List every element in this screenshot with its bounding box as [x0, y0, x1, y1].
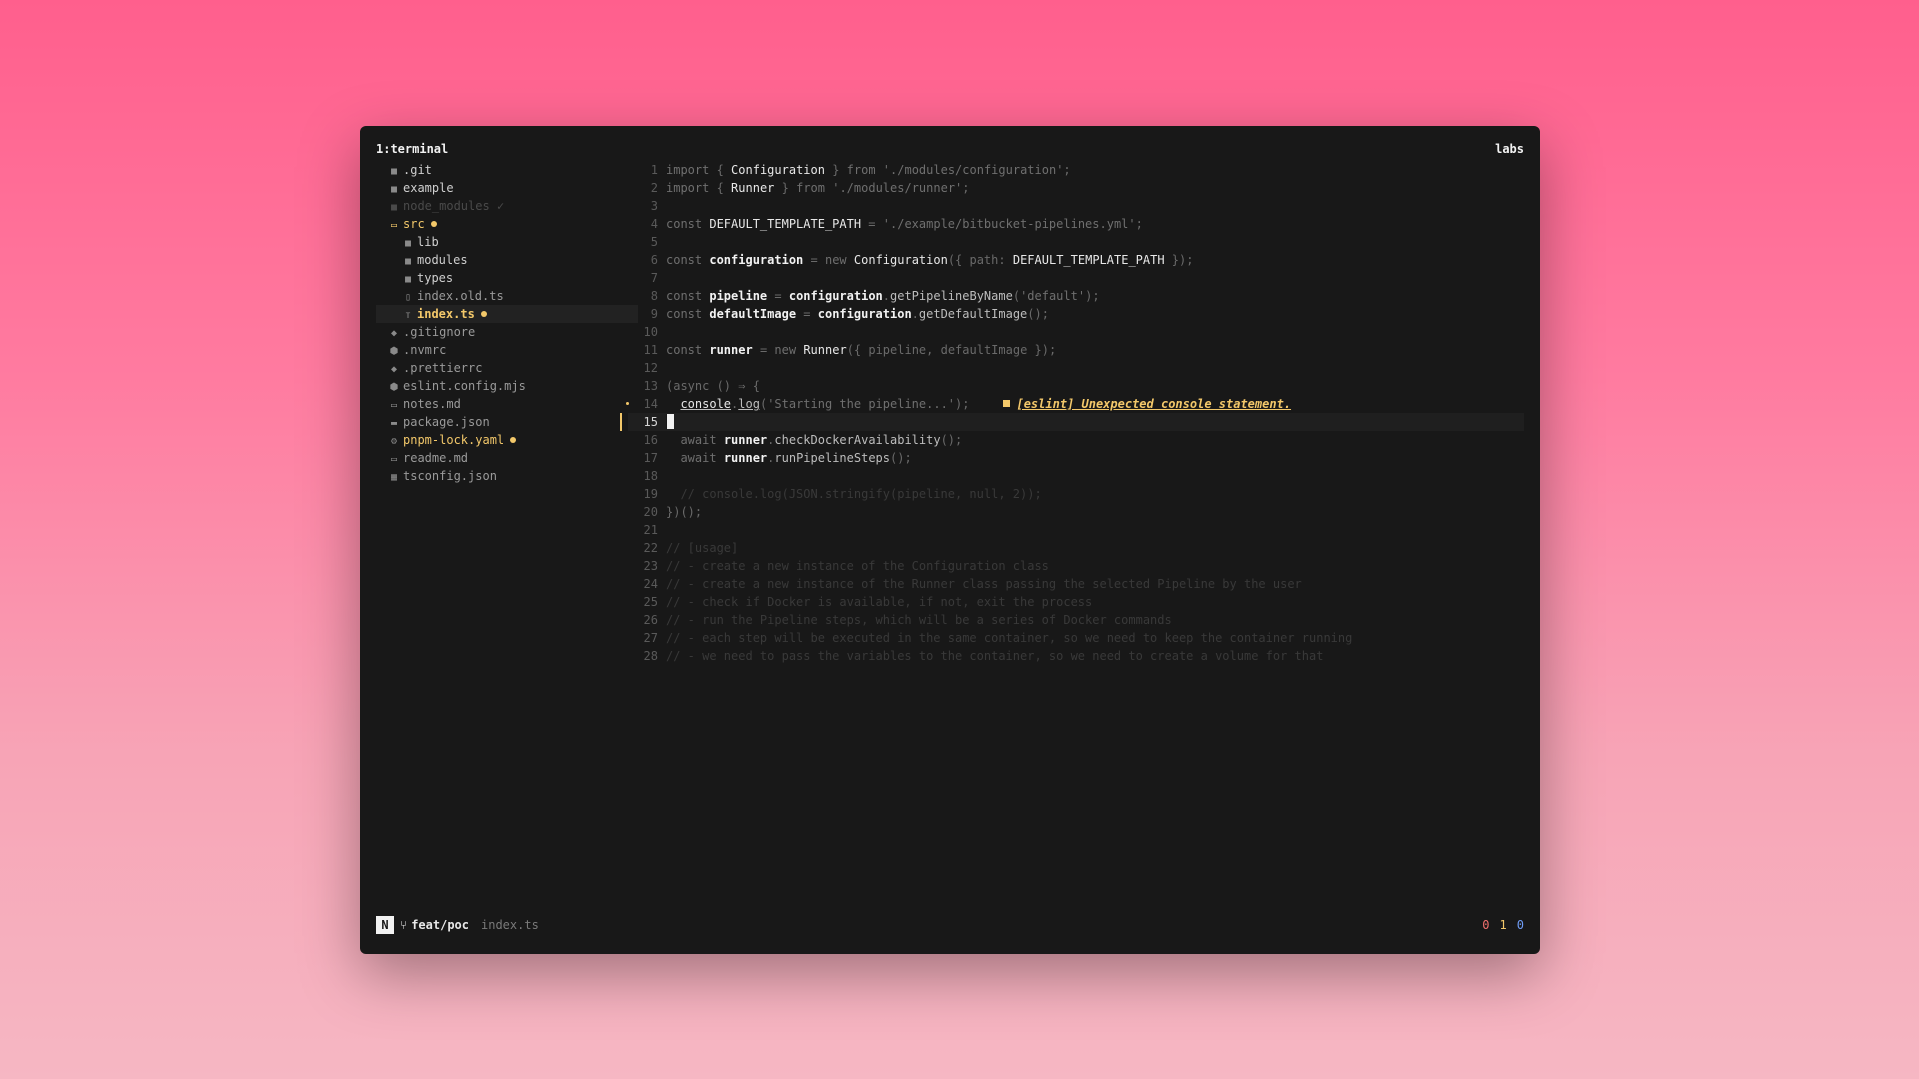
tree-item-tsconfig[interactable]: ▦ tsconfig.json	[376, 467, 638, 485]
tree-item-types[interactable]: ■ types	[376, 269, 638, 287]
line-number: 25	[643, 595, 658, 609]
code-line-current[interactable]: 15	[620, 413, 1524, 431]
code-line[interactable]: 4 const DEFAULT_TEMPLATE_PATH = './exampl…	[628, 215, 1524, 233]
ignored-check-icon: ✓	[496, 199, 505, 213]
tree-item-eslint-config[interactable]: ⬢ eslint.config.mjs	[376, 377, 638, 395]
code-line[interactable]: 18	[628, 467, 1524, 485]
line-number: 17	[643, 451, 658, 465]
code-line[interactable]: 17 await runner.runPipelineSteps();	[628, 449, 1524, 467]
code-line[interactable]: 28// - we need to pass the variables to …	[628, 647, 1524, 665]
line-number: 7	[650, 271, 658, 285]
file-tree: ■ .git ■ example ■ node_modules ✓ ▭ src ■ lib…	[376, 161, 638, 485]
code-line[interactable]: 10	[628, 323, 1524, 341]
window-title: 1:terminal	[376, 142, 449, 156]
code-line[interactable]: 5	[628, 233, 1524, 251]
warning-gutter-icon	[626, 402, 629, 405]
code-line[interactable]: 7	[628, 269, 1524, 287]
line-number: 13	[643, 379, 658, 393]
git-branch-icon: ⑂	[400, 918, 408, 932]
code-line[interactable]: 24// - create a new instance of the Runn…	[628, 575, 1524, 593]
line-number: 3	[650, 199, 658, 213]
code-line[interactable]: 23// - create a new instance of the Conf…	[628, 557, 1524, 575]
tree-item-modules[interactable]: ■ modules	[376, 251, 638, 269]
tree-item-package-json[interactable]: ▬ package.json	[376, 413, 638, 431]
text-cursor	[666, 414, 674, 429]
status-bar: N ⑂ feat/poc index.ts 010	[376, 916, 1524, 934]
line-number: 10	[643, 325, 658, 339]
line-number: 23	[643, 559, 658, 573]
line-number: 21	[643, 523, 658, 537]
tree-item-pnpm-lock[interactable]: ⚙ pnpm-lock.yaml	[376, 431, 638, 449]
code-line[interactable]: 8 const pipeline = configuration.getPipel…	[628, 287, 1524, 305]
info-count: 0	[1516, 918, 1524, 932]
line-number: 12	[643, 361, 658, 375]
code-line[interactable]: 20})();	[628, 503, 1524, 521]
tree-item-nvmrc[interactable]: ⬢ .nvmrc	[376, 341, 638, 359]
code-line[interactable]: 19 // console.log(JSON.stringify(pipelin…	[628, 485, 1524, 503]
tree-item-git[interactable]: ■ .git	[376, 161, 638, 179]
diagnostic-counts[interactable]: 010	[1472, 916, 1524, 934]
line-number: 18	[643, 469, 658, 483]
tree-item-lib[interactable]: ■ lib	[376, 233, 638, 251]
warning-count: 1	[1499, 918, 1507, 932]
code-line[interactable]: 2 import { Runner } from './modules/runne…	[628, 179, 1524, 197]
line-number: 14	[643, 397, 658, 411]
code-line[interactable]: 6 const configuration = new Configuration…	[628, 251, 1524, 269]
code-line[interactable]: 3	[628, 197, 1524, 215]
line-number: 6	[650, 253, 658, 267]
line-number: 27	[643, 631, 658, 645]
tree-item-gitignore[interactable]: ◆ .gitignore	[376, 323, 638, 341]
tree-item-index-ts[interactable]: ᴛ index.ts	[376, 305, 638, 323]
line-number: 28	[643, 649, 658, 663]
session-label: labs	[1495, 142, 1524, 156]
code-line[interactable]: 13 (async () ⇒ {	[628, 377, 1524, 395]
current-line-marker	[620, 413, 622, 431]
error-count: 0	[1482, 918, 1490, 932]
modified-dot-icon	[430, 221, 437, 227]
current-file: index.ts	[481, 918, 539, 932]
code-line[interactable]: 9 const defaultImage = configuration.getD…	[628, 305, 1524, 323]
code-line[interactable]: 25// - check if Docker is available, if …	[628, 593, 1524, 611]
line-number: 11	[643, 343, 658, 357]
line-number: 24	[643, 577, 658, 591]
modified-dot-icon	[510, 437, 517, 443]
line-number: 5	[650, 235, 658, 249]
modified-dot-icon	[480, 311, 487, 317]
code-line[interactable]: 14 console.log('Starting the pipeline...…	[626, 395, 1524, 413]
line-number: 19	[643, 487, 658, 501]
code-line[interactable]: 16 await runner.checkDockerAvailability(…	[628, 431, 1524, 449]
tree-item-notes-md[interactable]: ▭ notes.md	[376, 395, 638, 413]
tree-item-prettierrc[interactable]: ◆ .prettierrc	[376, 359, 638, 377]
terminal-window: 1:terminal labs ■ .git ■ example ■ node_mod…	[360, 126, 1540, 954]
line-number: 1	[650, 163, 658, 177]
tree-item-index-old[interactable]: ▯ index.old.ts	[376, 287, 638, 305]
line-number: 22	[643, 541, 658, 555]
line-number: 20	[643, 505, 658, 519]
tsconfig-icon: ▦	[390, 472, 398, 483]
code-line[interactable]: 11 const runner = new Runner({ pipeline, …	[628, 341, 1524, 359]
line-number: 16	[643, 433, 658, 447]
tree-item-node-modules[interactable]: ■ node_modules ✓	[376, 197, 638, 215]
line-number: 26	[643, 613, 658, 627]
line-number: 9	[650, 307, 658, 321]
line-number: 2	[650, 181, 658, 195]
line-number: 15	[643, 415, 658, 429]
top-bar: 1:terminal labs	[376, 142, 1524, 160]
tree-item-example[interactable]: ■ example	[376, 179, 638, 197]
tree-item-src[interactable]: ▭ src	[376, 215, 638, 233]
code-line[interactable]: 1 import { Configuration } from './module…	[628, 161, 1524, 179]
code-line[interactable]: 27// - each step will be executed in the…	[628, 629, 1524, 647]
code-line[interactable]: 12	[628, 359, 1524, 377]
code-line[interactable]: 26// - run the Pipeline steps, which wil…	[628, 611, 1524, 629]
vim-mode-badge: N	[376, 916, 394, 934]
line-number: 4	[650, 217, 658, 231]
line-number: 8	[650, 289, 658, 303]
code-line[interactable]: 22// [usage]	[628, 539, 1524, 557]
warning-square-icon	[1003, 400, 1011, 407]
tree-item-readme-md[interactable]: ▭ readme.md	[376, 449, 638, 467]
branch-name[interactable]: feat/poc	[411, 918, 469, 932]
code-line[interactable]: 21	[628, 521, 1524, 539]
code-editor[interactable]: 1 import { Configuration } from './module…	[620, 161, 1524, 665]
eslint-diagnostic[interactable]: [eslint] Unexpected console statement.	[1003, 397, 1291, 411]
